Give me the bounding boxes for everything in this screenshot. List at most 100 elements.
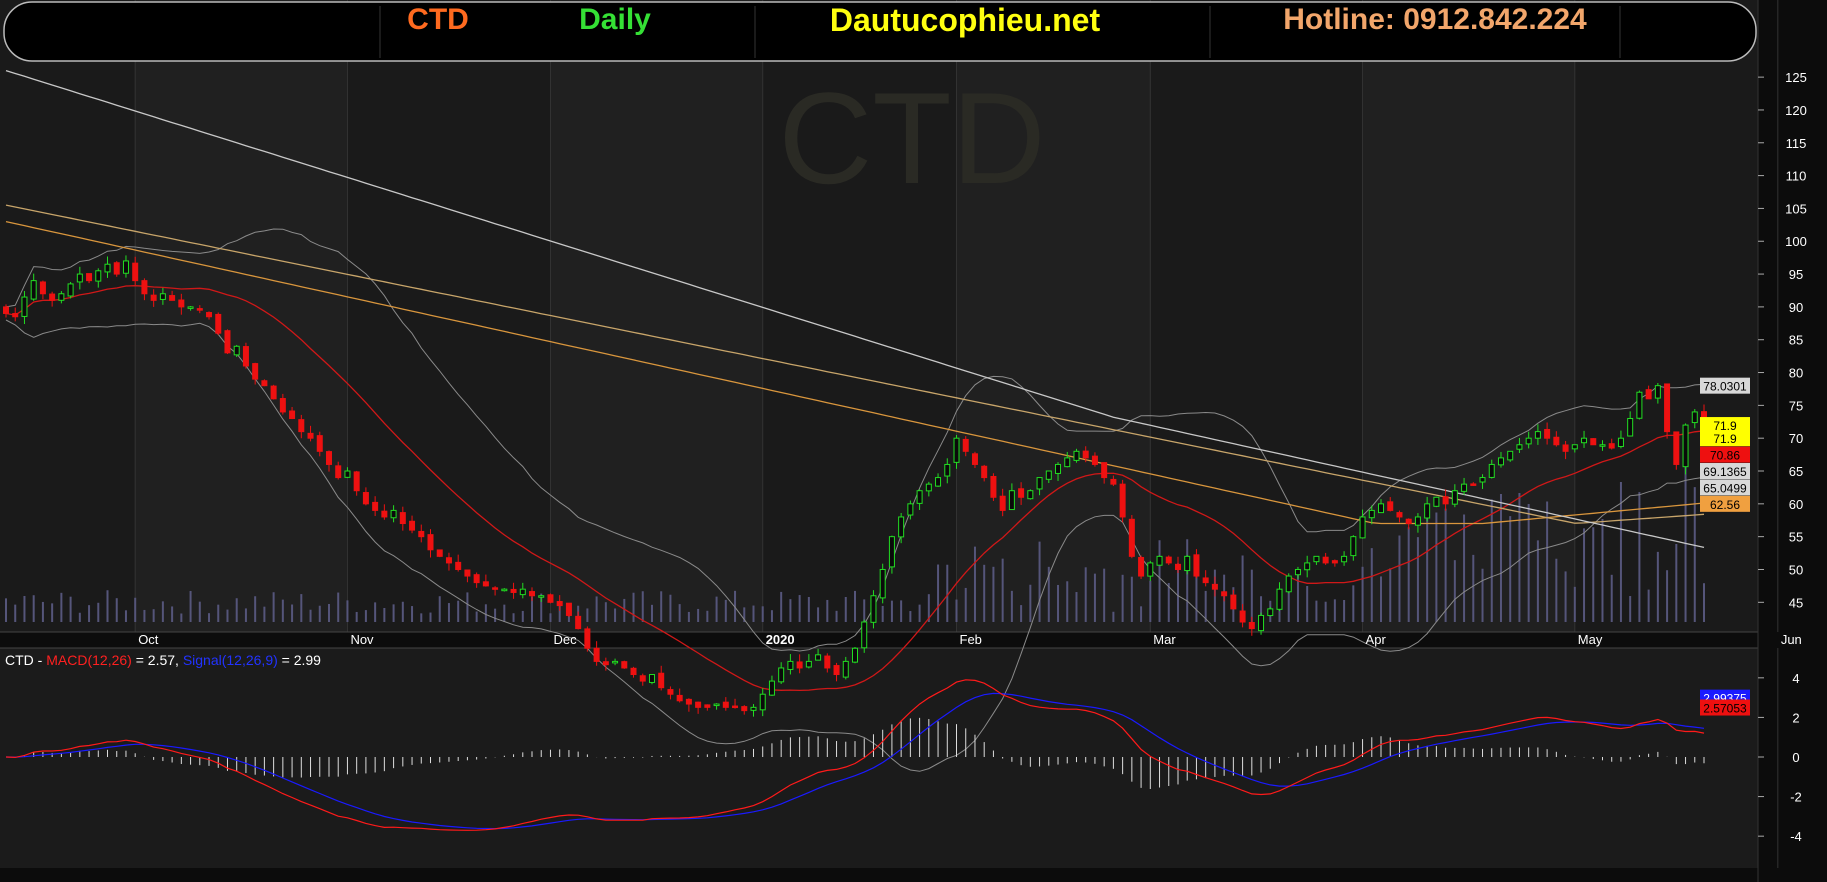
candle-body [1322, 556, 1329, 564]
candle-body [1258, 614, 1265, 632]
candle-body [1331, 560, 1338, 564]
candle-body [1507, 450, 1514, 461]
y-tick-label: 75 [1789, 398, 1803, 413]
candle-body [39, 281, 46, 295]
y-tick-label: 90 [1789, 300, 1803, 315]
candle-body [252, 363, 259, 380]
price-tag-label: 78.0301 [1703, 380, 1747, 394]
month-band [135, 0, 348, 632]
chart-window: CTD Daily Dautucophieu.net Hotline: 0912… [0, 0, 1827, 882]
candle-body [1525, 437, 1532, 445]
candle-body [962, 438, 969, 452]
candle-body [1627, 417, 1634, 437]
candle-body [1193, 554, 1200, 577]
candle-body [1387, 501, 1394, 511]
candle-body [1350, 536, 1357, 557]
interval-title: Daily [579, 3, 651, 36]
candle-body [224, 330, 231, 354]
candle-body [1064, 457, 1071, 468]
x-tick-label: Dec [553, 632, 577, 647]
month-band [550, 0, 763, 632]
candle-body [1590, 438, 1597, 446]
stock-chart[interactable]: CTD Daily Dautucophieu.net Hotline: 0912… [0, 0, 1827, 882]
candle-body [1285, 575, 1292, 593]
candle-body [824, 655, 831, 669]
website-title: Dautucophieu.net [830, 2, 1101, 38]
candle-body [1691, 411, 1698, 424]
price-tag-label: 70.86 [1710, 449, 1740, 463]
candle-body [565, 602, 572, 616]
candle-body [455, 561, 462, 570]
candle-body [1451, 490, 1458, 505]
candle-body [861, 621, 868, 649]
candle-body [1571, 444, 1578, 450]
candle-body [1414, 516, 1421, 526]
candle-body [787, 660, 794, 670]
candle-body [953, 437, 960, 463]
candle-body [750, 706, 757, 711]
candle-body [122, 260, 129, 274]
macd-legend-name: MACD(12,26) [46, 652, 132, 668]
candle-body [648, 674, 655, 683]
hotline-title: Hotline: 0912.842.224 [1283, 3, 1587, 36]
candle-body [658, 672, 665, 689]
candle-body [150, 294, 157, 301]
candle-body [381, 510, 388, 518]
candle-body [86, 273, 93, 282]
candle-body [307, 432, 314, 439]
candle-body [445, 557, 452, 564]
candle-body [113, 262, 120, 275]
candle-body [492, 587, 499, 590]
candle-body [575, 615, 582, 630]
candle-body [593, 647, 600, 662]
candle-body [713, 703, 720, 707]
y-tick-label: 115 [1786, 136, 1807, 151]
candle-body [12, 313, 19, 318]
price-tag-label: 71.9 [1713, 432, 1737, 446]
y-tick-label: 65 [1789, 464, 1803, 479]
macd-panel[interactable] [0, 648, 1758, 868]
candle-body [1073, 450, 1080, 461]
candle-body [215, 313, 222, 334]
candle-body [695, 701, 702, 708]
candle-body [141, 280, 148, 295]
candle-body [427, 534, 434, 551]
candle-body [667, 689, 674, 695]
x-tick-label: Feb [960, 632, 982, 647]
candle-body [1359, 516, 1366, 539]
candle-body [1221, 591, 1228, 597]
candle-body [1488, 463, 1495, 478]
candle-body [298, 419, 305, 433]
candle-body [1562, 444, 1569, 452]
candle-body [289, 410, 296, 419]
candle-body [529, 591, 536, 597]
candle-body [1581, 437, 1588, 444]
price-tag-label: 69.1365 [1703, 465, 1747, 479]
candle-body [1479, 477, 1486, 483]
candle-body [49, 293, 56, 301]
candle-body [722, 701, 729, 708]
candle-body [1470, 483, 1477, 486]
candle-body [612, 660, 619, 664]
candle-body [1405, 518, 1412, 525]
y-tick-label: 45 [1789, 595, 1803, 610]
price-tag-label: 65.0499 [1703, 481, 1747, 495]
candle-body [1211, 583, 1218, 590]
candle-body [1516, 444, 1523, 450]
macd-y-tick-label: -4 [1790, 829, 1802, 844]
candle-body [436, 549, 443, 557]
y-tick-label: 110 [1786, 169, 1807, 184]
candle-body [916, 490, 923, 504]
candle-body [805, 660, 812, 668]
candle-body [1553, 436, 1560, 446]
candle-body [372, 501, 379, 511]
candle-body [501, 588, 508, 592]
candle-body [732, 705, 739, 709]
candle-body [907, 503, 914, 516]
candle-body [233, 345, 240, 356]
candle-body [999, 495, 1006, 511]
candle-body [1008, 490, 1015, 511]
macd-tag-label: 2.57053 [1703, 702, 1747, 716]
candle-body [270, 385, 277, 400]
month-band [1362, 0, 1575, 632]
